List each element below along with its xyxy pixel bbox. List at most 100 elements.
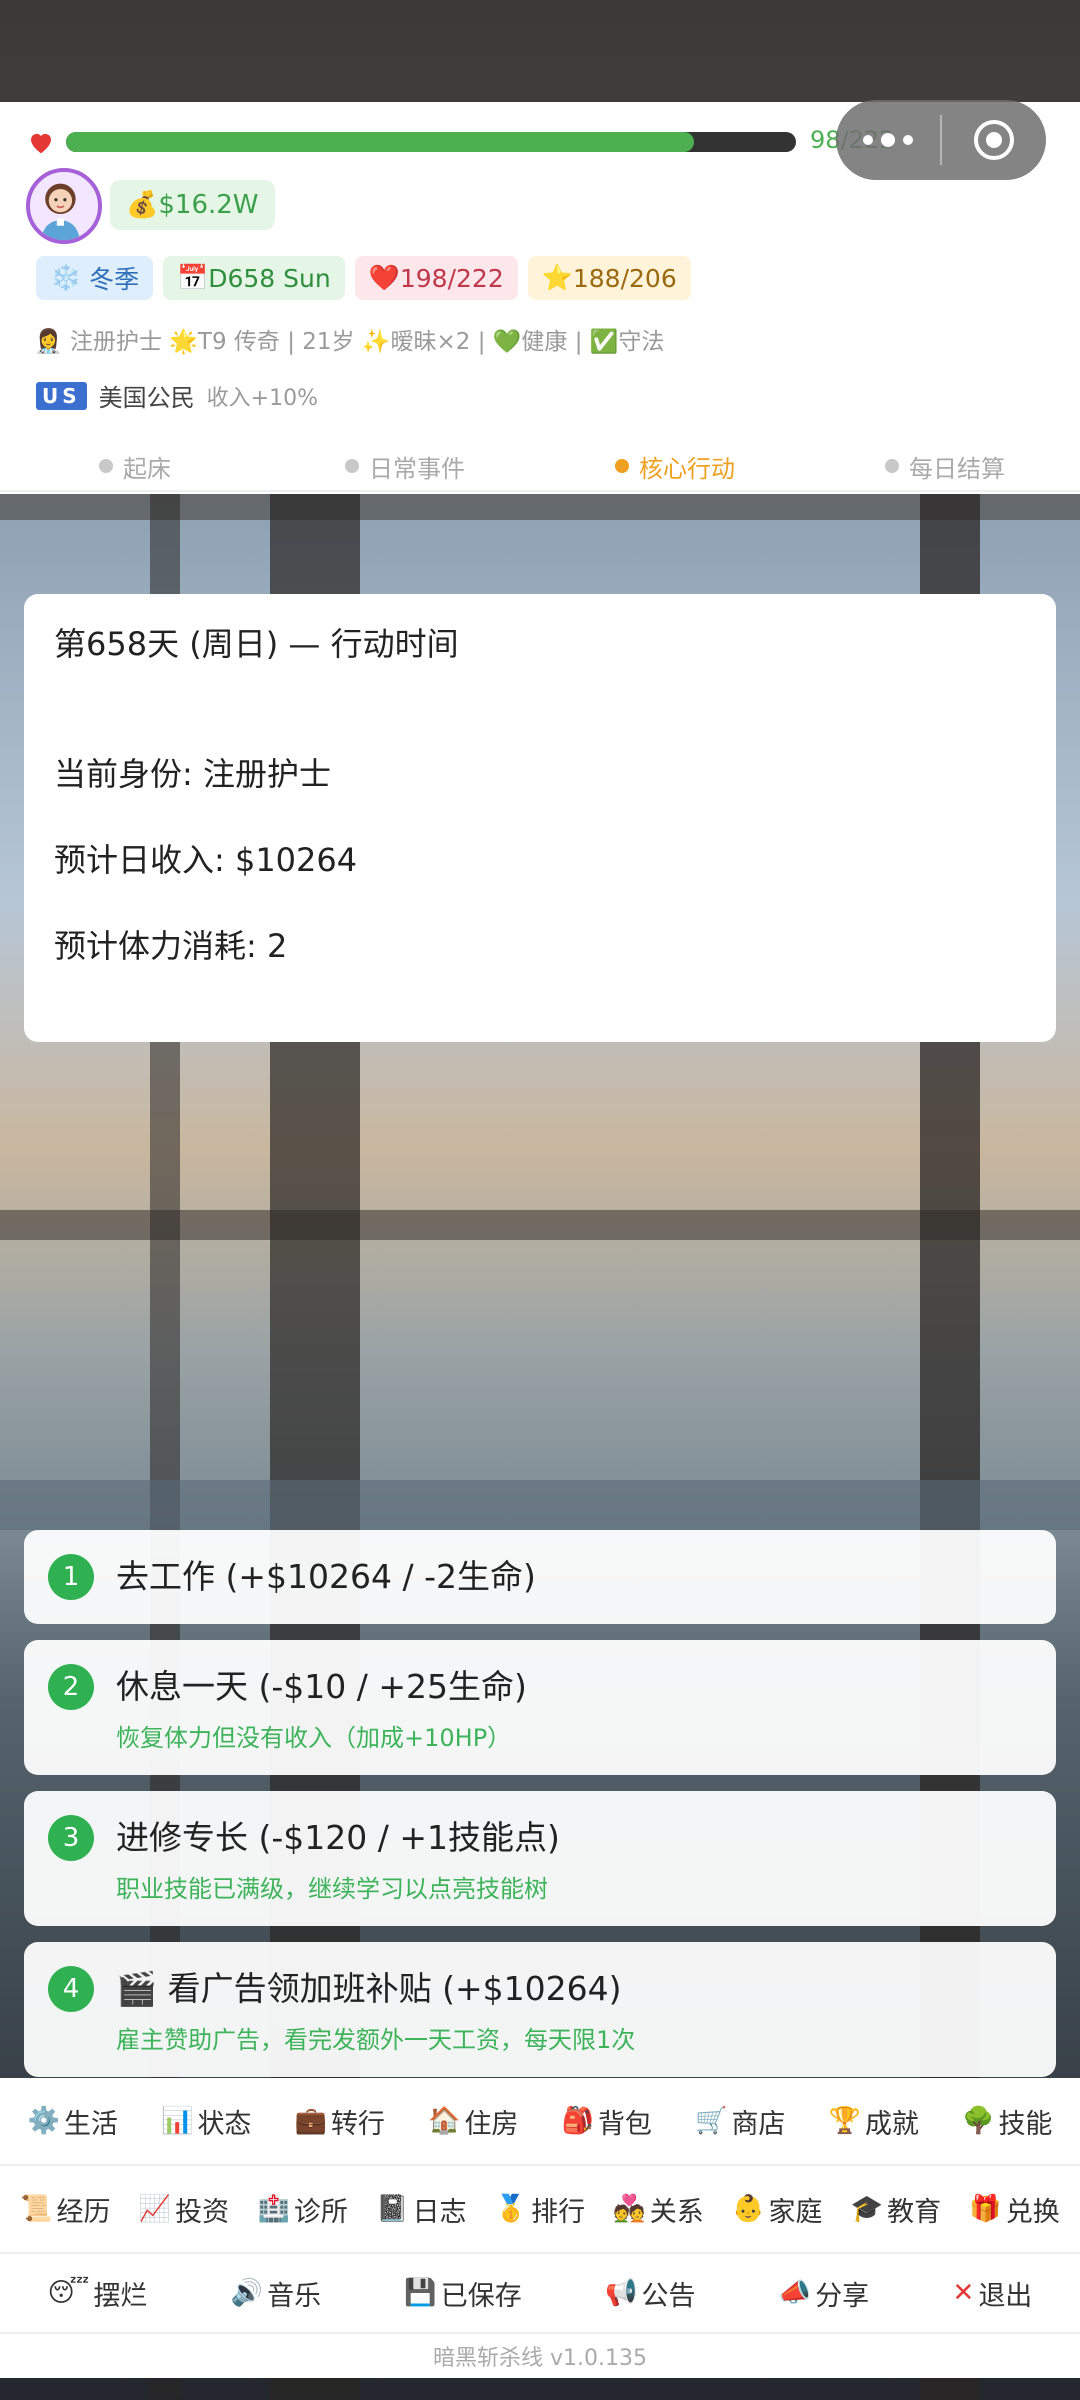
nav-label: 成就 — [864, 2108, 919, 2140]
calendar-icon: 📅 — [177, 263, 209, 292]
more-dot-icon — [903, 135, 913, 145]
nav-slack-button[interactable]: 😴 摆烂 — [48, 2274, 148, 2313]
nav-label: 排行 — [531, 2196, 586, 2228]
hp-chip: ❤️ 198/222 — [354, 256, 518, 300]
phase-dot-icon — [615, 459, 629, 473]
music-icon: 🔊 — [230, 2278, 264, 2308]
phase-tab-0: 起床 — [0, 442, 270, 490]
phase-tab-3: 每日结算 — [810, 442, 1080, 490]
income-bonus: 收入+10% — [206, 385, 318, 411]
heart-icon: ❤️ — [368, 263, 400, 292]
star-icon: ⭐ — [541, 263, 573, 292]
choice-option-4[interactable]: 4 🎬 看广告领加班补贴 (+$10264) 雇主赞助广告，看完发额外一天工资，每天… — [24, 1942, 1056, 2077]
hp-row: 98/222 — [26, 122, 894, 162]
version-text: 暗黑斩杀线 v1.0.135 — [433, 2346, 647, 2371]
nav-music-button[interactable]: 🔊 音乐 — [231, 2274, 321, 2313]
exit-icon: ✕ — [952, 2278, 975, 2308]
more-dot-icon — [881, 133, 895, 147]
more-dot-icon — [863, 135, 873, 145]
season-text: 冬季 — [89, 265, 140, 294]
notice-icon: 📢 — [605, 2278, 638, 2308]
nav-share-button[interactable]: 📣 分享 — [779, 2274, 869, 2313]
nav-label: 商店 — [731, 2108, 786, 2140]
nav-relations-button[interactable]: 💑 关系 — [613, 2190, 703, 2229]
phase-tab-2: 核心行动 — [540, 442, 810, 490]
stamina-chip: ⭐ 188/206 — [527, 256, 691, 300]
nav-label: 日志 — [412, 2196, 467, 2228]
choice-option-2[interactable]: 2 休息一天 (-$10 / +25生命) 恢复体力但没有收入（加成+10HP） — [24, 1640, 1056, 1775]
nav-label: 公告 — [641, 2280, 696, 2312]
money-chip: 💰 $16.2W — [110, 180, 275, 230]
nav-backpack-button[interactable]: 🎒 背包 — [562, 2102, 652, 2141]
choice-title: 🎬 看广告领加班补贴 (+$10264) — [116, 1969, 622, 2008]
phase-dot-icon — [885, 459, 899, 473]
share-icon: 📣 — [778, 2278, 812, 2308]
nav-label: 兑换 — [1005, 2196, 1060, 2228]
nav-career-change-button[interactable]: 💼 转行 — [295, 2102, 385, 2141]
target-circle-icon — [974, 120, 1014, 160]
nav-skills-button[interactable]: 🌳 技能 — [962, 2102, 1052, 2141]
citizenship-text: 美国公民 — [98, 384, 195, 412]
nav-row-3: 😴 摆烂 🔊 音乐 💾 已保存 📢 公告 📣 分享 ✕ 退出 — [0, 2254, 1080, 2334]
saved-icon: 💾 — [404, 2278, 437, 2308]
nav-housing-button[interactable]: 🏠 住房 — [428, 2102, 518, 2141]
choice-option-1[interactable]: 1 去工作 (+$10264 / -2生命) — [24, 1530, 1056, 1624]
achievements-icon: 🏆 — [828, 2106, 861, 2136]
phase-tab-1: 日常事件 — [270, 442, 540, 490]
ranking-icon: 🥇 — [494, 2194, 528, 2224]
nav-saved-button[interactable]: 💾 已保存 — [404, 2274, 521, 2313]
choice-number-badge: 2 — [48, 1664, 94, 1710]
life-icon: ⚙️ — [27, 2106, 60, 2136]
nav-label: 状态 — [197, 2108, 252, 2140]
choice-title: 去工作 (+$10264 / -2生命) — [116, 1557, 536, 1596]
nurse-avatar-icon — [40, 183, 81, 240]
nav-invest-button[interactable]: 📈 投资 — [139, 2190, 229, 2229]
nav-label: 关系 — [649, 2196, 704, 2228]
story-identity: 当前身份: 注册护士 — [54, 755, 331, 793]
nav-life-button[interactable]: ⚙️ 生活 — [28, 2102, 118, 2141]
nav-label: 投资 — [175, 2196, 230, 2228]
nav-label: 音乐 — [267, 2280, 322, 2312]
mini-program-capsule — [836, 100, 1046, 180]
heart-icon — [31, 133, 51, 154]
housing-icon: 🏠 — [428, 2106, 461, 2136]
close-mini-program-button[interactable] — [942, 100, 1046, 180]
redeem-icon: 🎁 — [969, 2194, 1002, 2224]
phase-dot-icon — [99, 459, 113, 473]
nav-status-button[interactable]: 📊 状态 — [161, 2102, 251, 2141]
nav-exit-button[interactable]: ✕ 退出 — [953, 2274, 1033, 2313]
day-chip: 📅 D658 Sun — [163, 256, 345, 300]
nav-label: 诊所 — [293, 2196, 348, 2228]
nav-notice-button[interactable]: 📢 公告 — [605, 2274, 695, 2313]
nav-family-button[interactable]: 👶 家庭 — [732, 2190, 822, 2229]
phase-dot-icon — [345, 459, 359, 473]
nav-label: 已保存 — [440, 2280, 522, 2312]
avatar[interactable] — [26, 168, 102, 244]
story-card: 第658天 (周日) — 行动时间 当前身份: 注册护士 预计日收入: $102… — [24, 594, 1056, 1042]
nav-row-2: 📜 经历 📈 投资 🏥 诊所 📓 日志 🥇 排行 💑 关系 👶 家庭 🎓 教育 🎁 兑换 — [0, 2166, 1080, 2254]
nav-shop-button[interactable]: 🛒 商店 — [695, 2102, 785, 2141]
slack-icon: 😴 — [47, 2278, 90, 2308]
nav-log-button[interactable]: 📓 日志 — [376, 2190, 466, 2229]
story-income: 预计日收入: $10264 — [54, 841, 358, 879]
nav-redeem-button[interactable]: 🎁 兑换 — [969, 2190, 1059, 2229]
season-chip: ❄️ 冬季 — [36, 256, 154, 300]
nav-label: 住房 — [464, 2108, 519, 2140]
history-icon: 📜 — [20, 2194, 53, 2224]
choice-subtitle: 恢复体力但没有收入（加成+10HP） — [116, 1724, 512, 1752]
phase-label: 核心行动 — [639, 454, 735, 483]
nav-label: 技能 — [998, 2108, 1053, 2140]
more-button[interactable] — [836, 100, 940, 180]
story-stamina: 预计体力消耗: 2 — [54, 927, 288, 965]
choice-option-3[interactable]: 3 进修专长 (-$120 / +1技能点) 职业技能已满级，继续学习以点亮技能树 — [24, 1791, 1056, 1926]
nav-clinic-button[interactable]: 🏥 诊所 — [257, 2190, 347, 2229]
nav-history-button[interactable]: 📜 经历 — [20, 2190, 110, 2229]
status-icon: 📊 — [161, 2106, 194, 2136]
bottom-nav: ⚙️ 生活 📊 状态 💼 转行 🏠 住房 🎒 背包 🛒 商店 🏆 成就 🌳 技能 📜 经历 📈 投资 🏥 诊所 📓 日志 🥇 排… — [0, 2078, 1080, 2378]
status-chips: ❄️ 冬季 📅 D658 Sun ❤️ 198/222 ⭐ 188/206 — [36, 256, 691, 300]
nav-achievements-button[interactable]: 🏆 成就 — [829, 2102, 919, 2141]
nav-education-button[interactable]: 🎓 教育 — [851, 2190, 941, 2229]
day-text: D658 Sun — [208, 263, 331, 293]
nav-ranking-button[interactable]: 🥇 排行 — [495, 2190, 585, 2229]
nav-label: 摆烂 — [93, 2280, 148, 2312]
